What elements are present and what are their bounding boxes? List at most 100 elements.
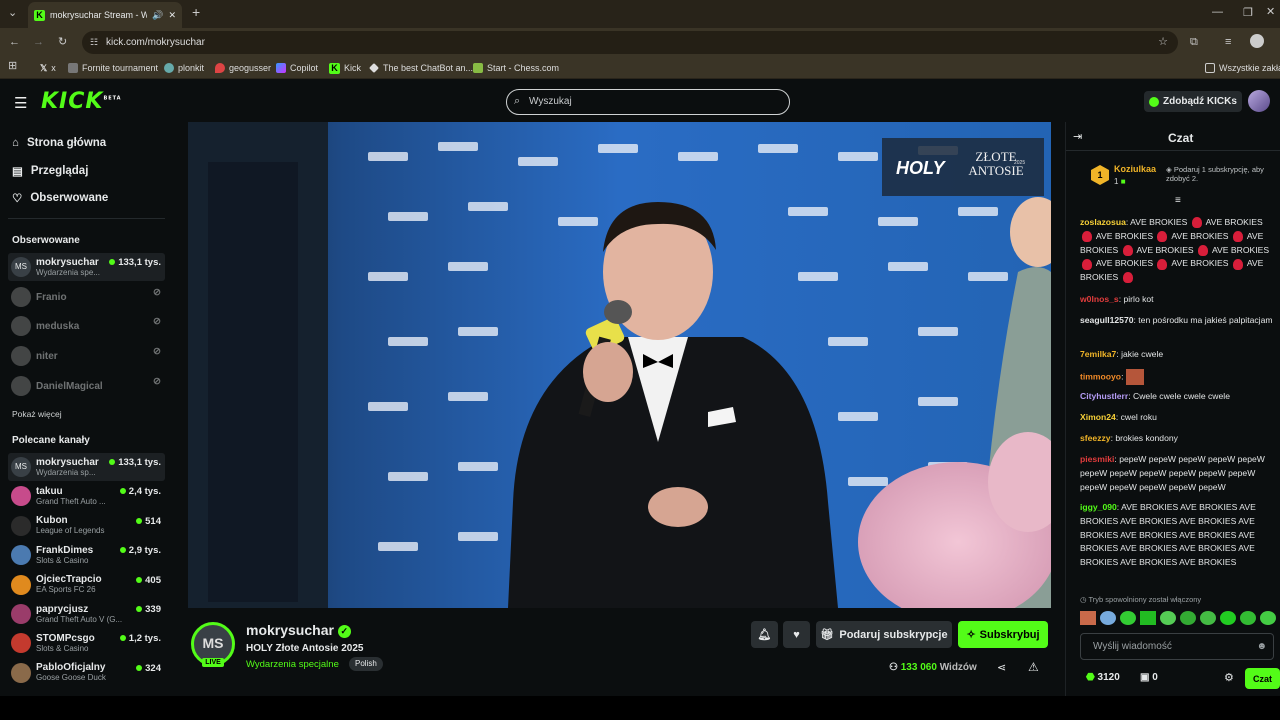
browser-tab[interactable]: K mokrysuchar Stream - Watc 🔊 ✕ — [28, 2, 182, 28]
collapse-chat-icon[interactable]: ⇥ — [1073, 130, 1082, 143]
bookmark-kick[interactable]: K Kick — [329, 61, 361, 75]
kick-favicon: K — [34, 9, 45, 21]
bookmark-copilot[interactable]: Copilot — [276, 61, 318, 75]
channel-name[interactable]: mokrysuchar ✓ — [246, 622, 351, 638]
extensions-icon[interactable]: ⧉ — [1190, 35, 1198, 49]
video-player[interactable]: HOLY ZŁOTE ANTOSIE 2025 — [188, 122, 1051, 608]
top-gifter-name[interactable]: Koziulkaa — [1114, 164, 1156, 174]
chat-settings-icon[interactable]: ⚙ — [1224, 671, 1234, 684]
emote[interactable] — [1120, 611, 1136, 625]
send-chat-button[interactable]: Czat — [1245, 668, 1280, 689]
nav-home[interactable]: ⌂ Strona główna — [12, 137, 106, 149]
reload-icon[interactable]: ↻ — [58, 35, 67, 49]
viewer-count: 339 — [136, 604, 161, 615]
avatar — [11, 604, 31, 624]
bookmark-chess[interactable]: Start - Chess.com — [473, 61, 559, 75]
channel-name: PabloOficjalny — [36, 662, 106, 674]
map-pin-icon — [215, 63, 225, 73]
site-info-icon[interactable]: ☷ — [90, 31, 98, 54]
followed-channel[interactable]: meduska ⊘ — [8, 312, 165, 340]
report-icon[interactable]: ⚠ — [1028, 660, 1039, 674]
user-avatar[interactable] — [1248, 90, 1270, 112]
forward-icon[interactable]: → — [33, 35, 44, 49]
viewer-count: 1,2 tys. — [119, 633, 161, 644]
nav-following[interactable]: ♡ Obserwowane — [12, 191, 108, 205]
search-input[interactable]: ⌕ Wyszukaj — [506, 89, 790, 115]
restore-icon[interactable]: ❐ — [1243, 6, 1253, 20]
nav-browse[interactable]: ▤ Przeglądaj — [12, 164, 88, 178]
tab-close-icon[interactable]: ✕ — [168, 10, 176, 21]
url-input[interactable]: ☷ kick.com/mokrysuchar ☆ — [82, 31, 1178, 54]
live-dot — [136, 576, 143, 583]
recommended-channel[interactable]: OjciecTrapcio EA Sports FC 26 405 — [8, 571, 165, 599]
show-more-link[interactable]: Pokaż więcej — [12, 409, 62, 419]
followed-channel[interactable]: DanielMagical ⊘ — [8, 372, 165, 400]
channel-name: paprycjusz — [36, 603, 89, 615]
get-kicks-button[interactable]: Zdobądź KICKs — [1144, 91, 1242, 112]
emote[interactable] — [1160, 611, 1176, 625]
emote[interactable] — [1140, 611, 1156, 625]
address-bar-row: ← → ↻ ☷ kick.com/mokrysuchar ☆ ⧉ ≡ — [0, 28, 1280, 57]
media-icon[interactable]: ≡ — [1225, 35, 1231, 49]
bookmark-plonkit[interactable]: plonkit — [164, 61, 204, 75]
bookmark-geogusser[interactable]: geogusser — [215, 61, 271, 75]
live-badge: LIVE — [202, 658, 224, 667]
recommended-channel[interactable]: PabloOficjalny Goose Goose Duck 324 — [8, 659, 165, 687]
gift-sub-button[interactable]: 🎁︎ Podaruj subskrypcje — [816, 621, 952, 648]
emote[interactable] — [1200, 611, 1216, 625]
chat-message: w0lnos_s: pirlo kot — [1080, 294, 1154, 304]
bookmark-x[interactable]: 𝕏x — [40, 61, 56, 75]
minimize-icon[interactable]: — — [1212, 5, 1223, 19]
followed-channel[interactable]: MS mokrysuchar Wydarzenia spe... 133,1 ty… — [8, 253, 165, 281]
recommended-channel[interactable]: Kubon League of Legends 514 — [8, 512, 165, 540]
emoji-icon[interactable]: ☻ — [1256, 634, 1267, 659]
language-tag[interactable]: Polish — [349, 657, 383, 671]
viewer-count: 133,1 tys. — [109, 257, 161, 268]
share-icon[interactable]: ⋖ — [997, 661, 1006, 674]
emote[interactable] — [1240, 611, 1256, 625]
channel-name: meduska — [36, 320, 80, 332]
recommended-channel[interactable]: STOMPcsgo Slots & Casino 1,2 tys. — [8, 629, 165, 657]
recommended-title: Polecane kanały — [12, 435, 90, 446]
emote[interactable] — [1220, 611, 1236, 625]
channel-name: FrankDimes — [36, 544, 94, 556]
emote[interactable] — [1260, 611, 1276, 625]
profile-avatar[interactable] — [1250, 34, 1264, 48]
notification-bell-button[interactable]: 🔔︎ — [751, 621, 778, 648]
recommended-channel[interactable]: takuu Grand Theft Auto ... 2,4 tys. — [8, 482, 165, 510]
emote[interactable] — [1100, 611, 1116, 625]
new-tab-icon[interactable]: + — [192, 5, 200, 19]
viewer-count: 405 — [136, 575, 161, 586]
apps-icon[interactable]: ⊞ — [8, 59, 17, 73]
emote[interactable] — [1080, 611, 1096, 625]
subscribe-button[interactable]: ✧ Subskrybuj — [958, 621, 1048, 648]
channel-name: OjciecTrapcio — [36, 574, 102, 586]
channel-points[interactable]: ⬣ 3120 — [1086, 672, 1120, 683]
recommended-channel[interactable]: MS mokrysuchar Wydarzenia sp... 133,1 tys. — [8, 453, 165, 481]
all-bookmarks[interactable]: Wszystkie zakład — [1205, 61, 1280, 75]
bookmark-star-icon[interactable]: ☆ — [1158, 31, 1168, 54]
emote[interactable] — [1180, 611, 1196, 625]
followed-channel[interactable]: niter ⊘ — [8, 342, 165, 370]
kick-logo[interactable]: KICKBETA — [41, 89, 122, 114]
tab-search-icon[interactable]: ⌄ — [8, 6, 17, 20]
back-icon[interactable]: ← — [9, 35, 20, 49]
close-window-icon[interactable]: ✕ — [1266, 5, 1275, 19]
live-dot — [119, 488, 126, 495]
bookmark-chatbot[interactable]: The best ChatBot an... — [369, 61, 473, 75]
chat-message: Cityhustlerr: Cwele cwele cwele cwele — [1080, 391, 1230, 401]
recommended-channel[interactable]: paprycjusz Grand Theft Auto V (G... 339 — [8, 600, 165, 628]
recommended-channel[interactable]: FrankDimes Slots & Casino 2,9 tys. — [8, 541, 165, 569]
bookmark-fornite[interactable]: Fornite tournament — [68, 61, 158, 75]
stream-category[interactable]: Wydarzenia specjalne — [246, 659, 339, 670]
chat-title: Czat — [1168, 131, 1194, 145]
followed-channel[interactable]: Franio ⊘ — [8, 283, 165, 311]
avatar — [11, 545, 31, 566]
menu-icon[interactable]: ☰ — [14, 94, 27, 112]
follow-heart-button[interactable]: ♥ — [783, 621, 810, 648]
tab-audio-icon[interactable]: 🔊 — [152, 10, 163, 21]
gift-counter[interactable]: ▣ 0 — [1140, 672, 1158, 683]
pinned-expand-icon[interactable]: ≡ — [1175, 195, 1181, 206]
chat-message-input[interactable]: Wyślij wiadomość ☻ — [1080, 633, 1274, 660]
chat-message: iggy_090: AVE BROKIES AVE BROKIES AVE BR… — [1080, 502, 1256, 568]
